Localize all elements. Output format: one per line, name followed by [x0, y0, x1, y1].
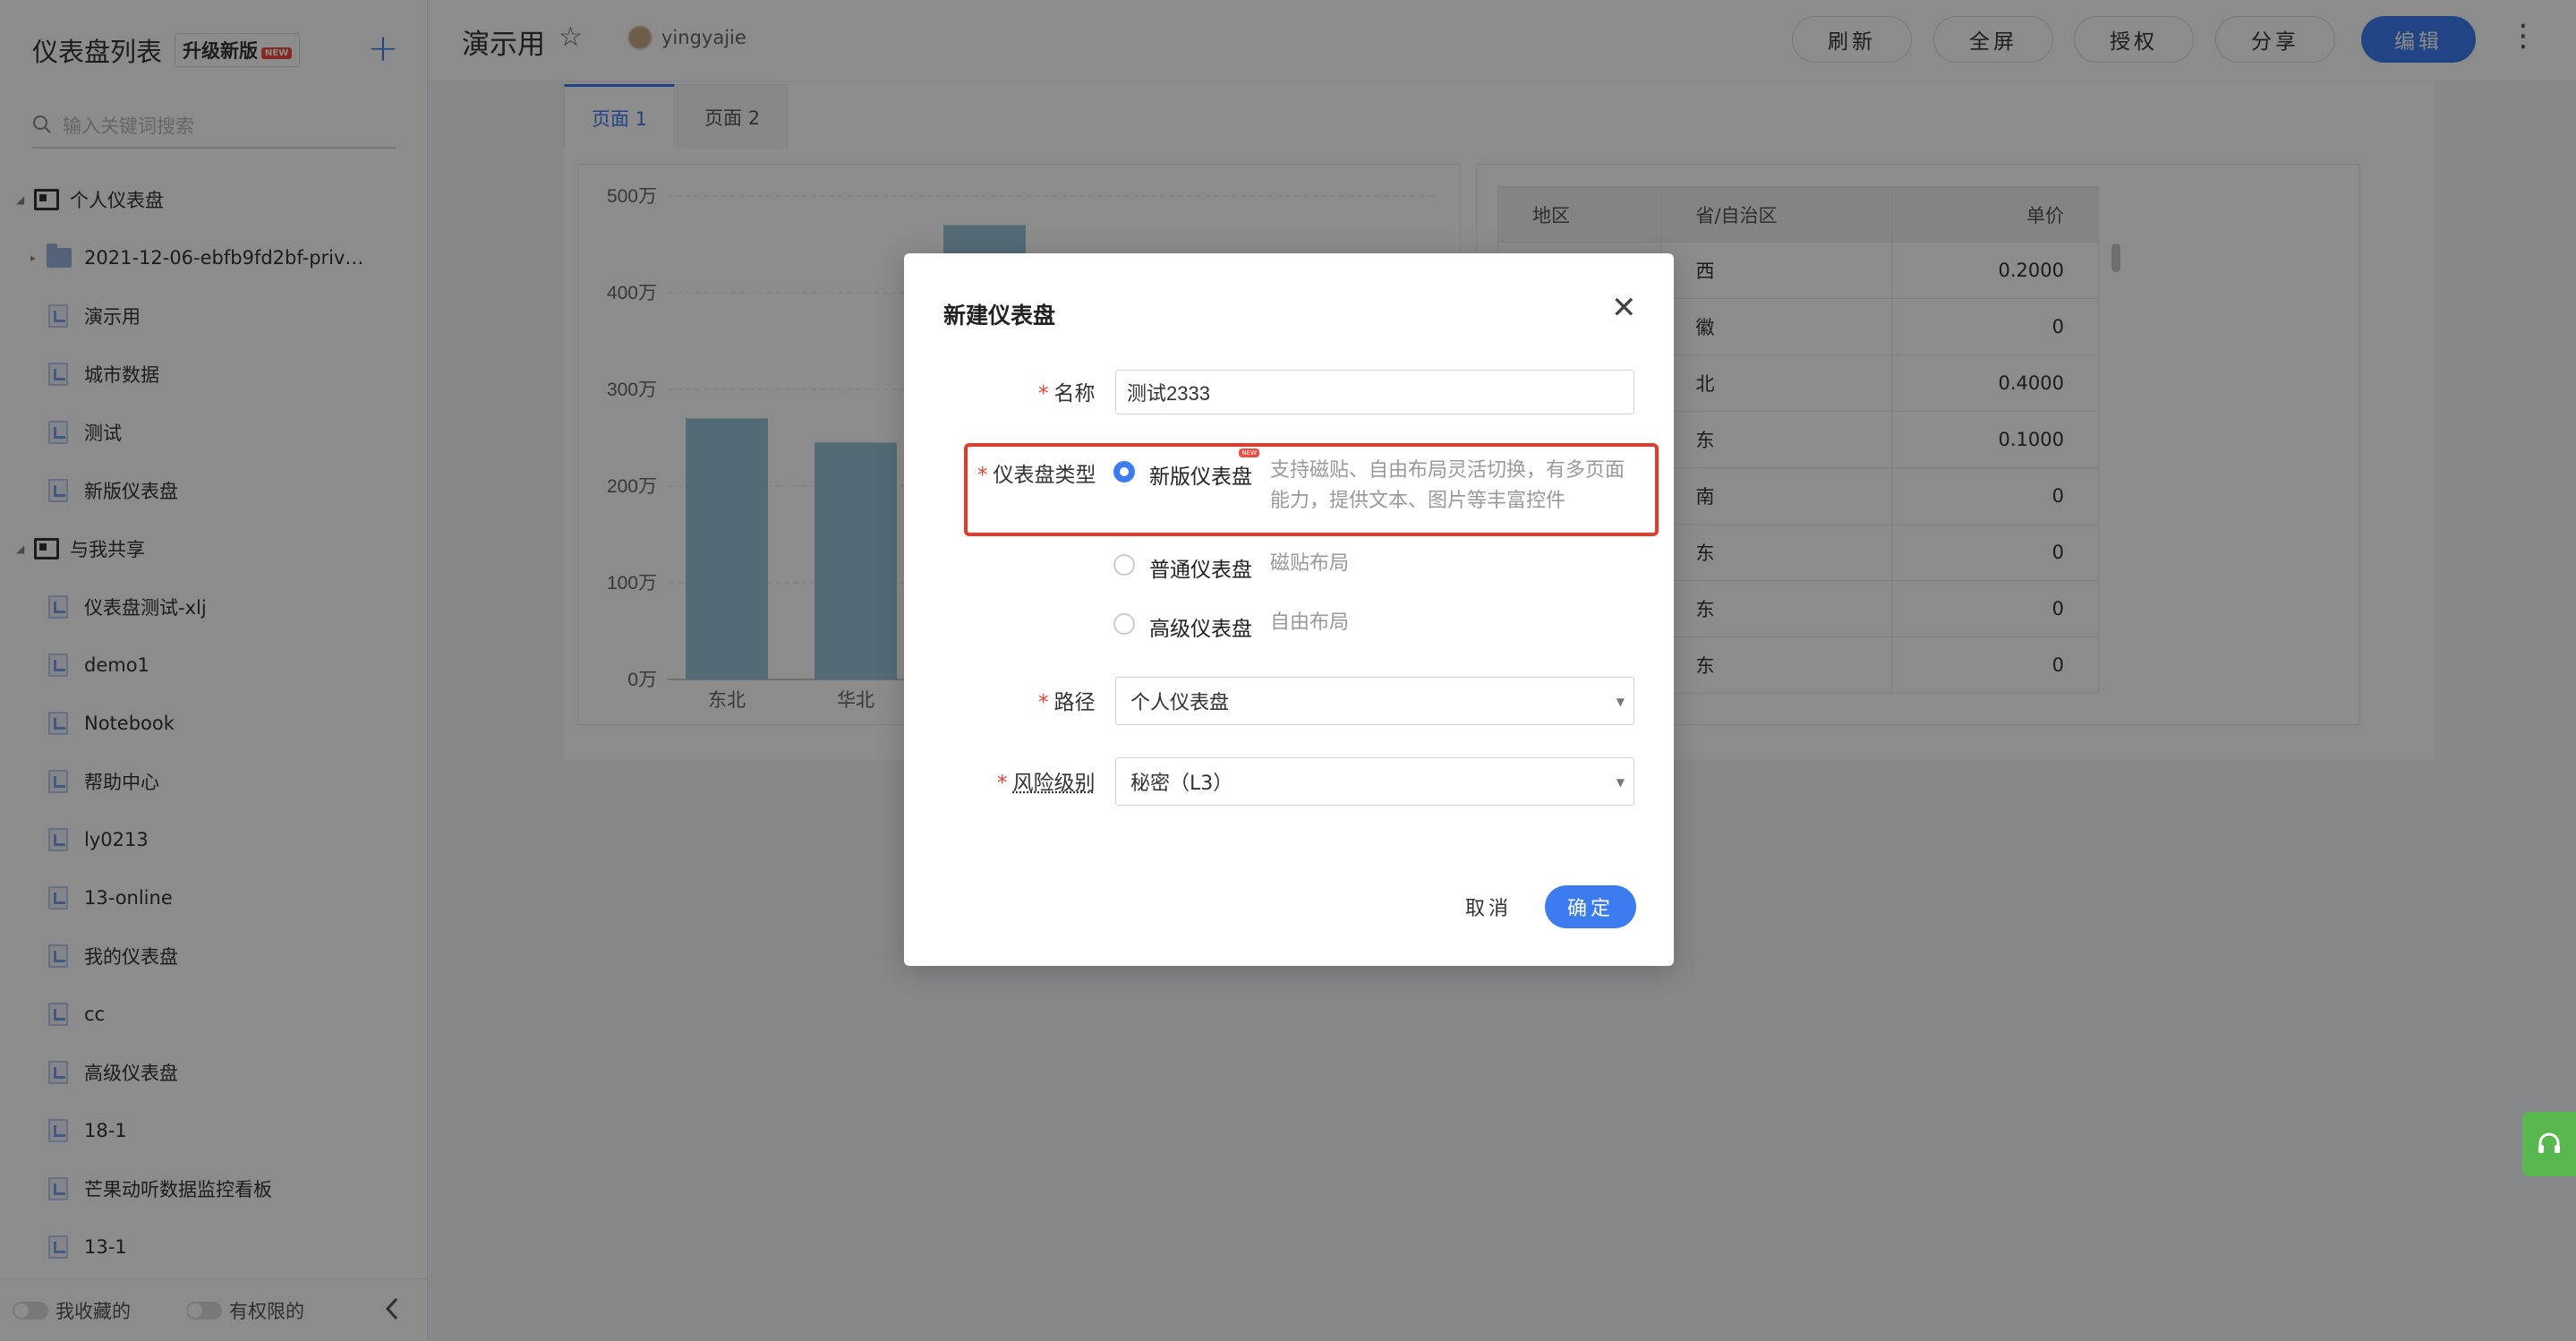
radio-normal-dashboard[interactable]: [1113, 554, 1135, 576]
option-normal-label: 普通仪表盘: [1149, 559, 1252, 582]
path-select[interactable]: 个人仪表盘 ▼: [1115, 677, 1634, 725]
chevron-down-icon: ▼: [1616, 776, 1625, 789]
radio-advanced-dashboard[interactable]: [1113, 613, 1135, 635]
path-label: * 路径: [1038, 691, 1096, 714]
cancel-button[interactable]: 取消: [1448, 885, 1529, 928]
option-normal-dashboard[interactable]: 普通仪表盘 磁贴布局: [1113, 552, 1349, 583]
help-headset-icon[interactable]: [2522, 1112, 2576, 1176]
name-label: * 名称: [1038, 382, 1096, 406]
option-advanced-label: 高级仪表盘: [1149, 618, 1252, 641]
name-input[interactable]: [1115, 370, 1634, 414]
option-advanced-dashboard[interactable]: 高级仪表盘 自由布局: [1113, 611, 1349, 642]
confirm-button[interactable]: 确定: [1545, 885, 1636, 928]
option-normal-desc: 磁贴布局: [1270, 552, 1350, 575]
path-value: 个人仪表盘: [1130, 692, 1230, 714]
close-icon[interactable]: ✕: [1611, 293, 1637, 323]
highlight-box: [964, 443, 1659, 536]
new-dashboard-modal: 新建仪表盘 ✕ *名称 *仪表盘类型 新版仪表盘 NEW 支持磁贴、自由布局灵活…: [904, 253, 1674, 966]
risk-label: * 风险级别: [997, 772, 1096, 795]
chevron-down-icon: ▼: [1616, 696, 1625, 708]
risk-value: 秘密（L3）: [1130, 773, 1233, 795]
option-advanced-desc: 自由布局: [1270, 611, 1350, 634]
risk-select[interactable]: 秘密（L3） ▼: [1115, 757, 1634, 806]
modal-title: 新建仪表盘: [943, 303, 1056, 329]
